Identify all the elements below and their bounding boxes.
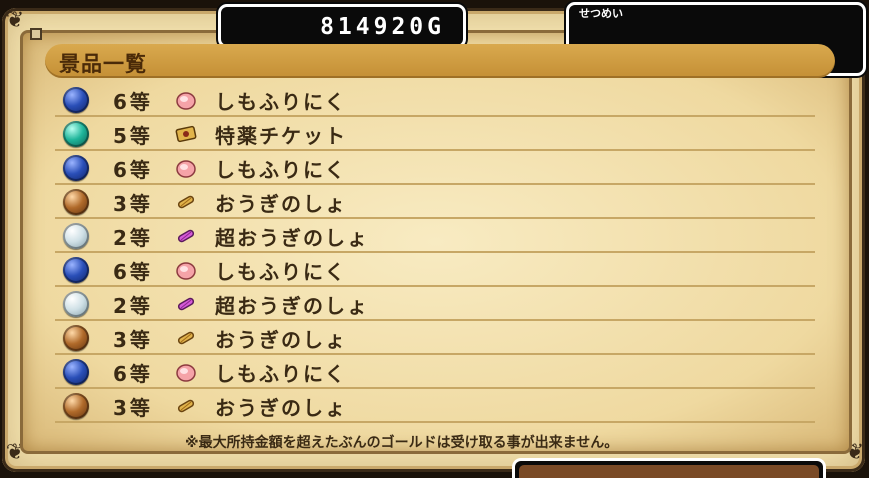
prize-rank: 6等 — [113, 158, 153, 182]
scroll-icon — [175, 191, 197, 213]
prize-item-name: おうぎのしょ — [215, 328, 347, 352]
prize-rank: 2等 — [113, 226, 153, 250]
meat-icon — [175, 361, 197, 383]
lottery-orb-icon — [63, 223, 89, 249]
lottery-orb-icon — [63, 257, 89, 283]
prize-item-name: しもふりにく — [215, 362, 347, 386]
bottom-panel-tab — [512, 458, 826, 478]
prize-row[interactable]: 2等 超おうぎのしょ — [55, 287, 815, 321]
lottery-orb-icon — [63, 359, 89, 385]
prize-rank: 3等 — [113, 328, 153, 352]
prize-rank: 6等 — [113, 260, 153, 284]
prize-rank: 3等 — [113, 396, 153, 420]
prize-row[interactable]: 2等 超おうぎのしょ — [55, 219, 815, 253]
gold-display: 814920G — [218, 4, 466, 48]
meat-icon — [175, 259, 197, 281]
prize-item-name: しもふりにく — [215, 260, 347, 284]
prize-list-title: 景品一覧 — [59, 52, 147, 76]
prize-list-header: 景品一覧 — [45, 44, 835, 78]
prize-item-name: 超おうぎのしょ — [215, 294, 369, 318]
prize-row[interactable]: 3等 おうぎのしょ — [55, 185, 815, 219]
lottery-orb-icon — [63, 325, 89, 351]
prize-rank: 2等 — [113, 294, 153, 318]
lottery-orb-icon — [63, 393, 89, 419]
prize-rank: 6等 — [113, 90, 153, 114]
prize-row[interactable]: 6等 しもふりにく — [55, 83, 815, 117]
prize-row[interactable]: 5等 特薬チケット — [55, 117, 815, 151]
prize-item-name: しもふりにく — [215, 90, 347, 114]
scroll-icon — [175, 395, 197, 417]
prize-item-name: おうぎのしょ — [215, 396, 347, 420]
footer-note: ※最大所持金額を超えたぶんのゴールドは受け取る事が出来ません。 — [185, 435, 619, 451]
meat-icon — [175, 157, 197, 179]
prize-item-name: おうぎのしょ — [215, 192, 347, 216]
scroll-icon — [175, 327, 197, 349]
description-label: せつめい — [579, 7, 623, 20]
lottery-orb-icon — [63, 87, 89, 113]
prize-rank: 3等 — [113, 192, 153, 216]
lottery-orb-icon — [63, 291, 89, 317]
prize-row[interactable]: 6等 しもふりにく — [55, 151, 815, 185]
prize-rank: 6等 — [113, 362, 153, 386]
lottery-orb-icon — [63, 121, 89, 147]
prize-item-name: 特薬チケット — [215, 124, 347, 148]
lottery-orb-icon — [63, 189, 89, 215]
prize-row[interactable]: 6等 しもふりにく — [55, 355, 815, 389]
gold-amount: 814920G — [320, 14, 445, 40]
prize-list: 6等 しもふりにく 5等 特薬チケット 6等 しもふりにく 3等 おうぎのしょ 2等 超おうぎのし… — [55, 83, 815, 423]
prize-item-name: しもふりにく — [215, 158, 347, 182]
purple-scroll-icon — [175, 293, 197, 315]
prize-row[interactable]: 6等 しもふりにく — [55, 253, 815, 287]
meat-icon — [175, 89, 197, 111]
prize-rank: 5等 — [113, 124, 153, 148]
lottery-orb-icon — [63, 155, 89, 181]
purple-scroll-icon — [175, 225, 197, 247]
prize-item-name: 超おうぎのしょ — [215, 226, 369, 250]
prize-row[interactable]: 3等 おうぎのしょ — [55, 389, 815, 423]
prize-row[interactable]: 3等 おうぎのしょ — [55, 321, 815, 355]
window-menu-icon — [30, 28, 42, 40]
ticket-icon — [175, 123, 197, 145]
